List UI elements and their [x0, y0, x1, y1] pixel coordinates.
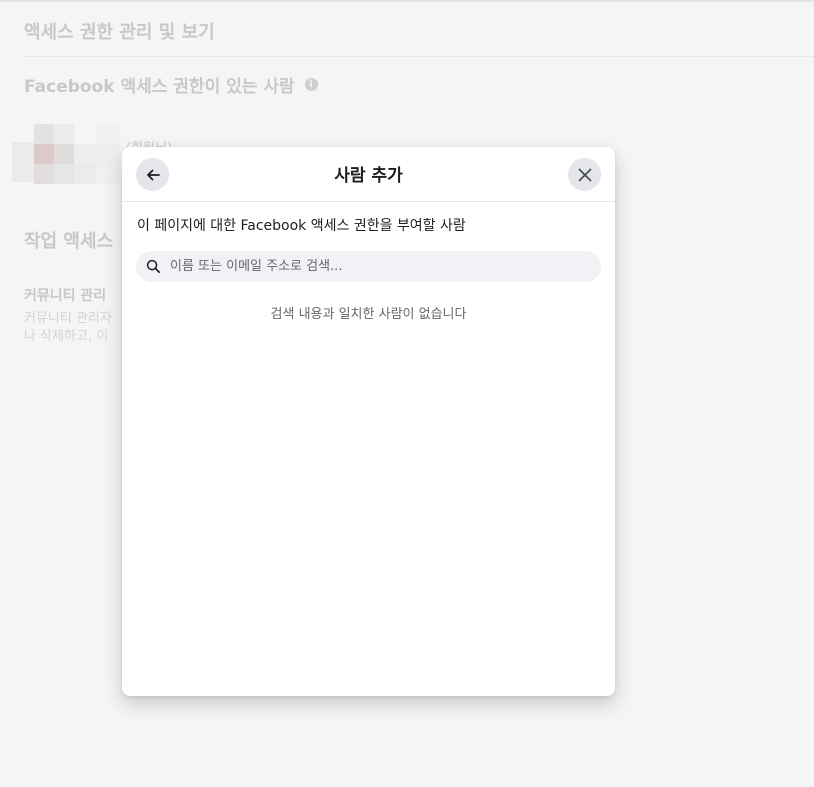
search-icon [146, 259, 162, 275]
avatar [12, 124, 132, 184]
info-icon[interactable]: i [304, 78, 318, 91]
section-title-text: Facebook 액세스 권한이 있는 사람 [24, 77, 295, 97]
empty-results-message: 검색 내용과 일치한 사람이 없습니다 [270, 307, 467, 322]
section-title-people: Facebook 액세스 권한이 있는 사람 i [24, 72, 318, 97]
community-manager-desc-line1: 커뮤니티 관리자 [24, 311, 112, 326]
dialog-title: 사람 추가 [334, 166, 403, 186]
task-access-title: 작업 액세스 [24, 231, 114, 252]
close-icon [578, 168, 591, 181]
search-bar[interactable] [136, 251, 601, 282]
close-button[interactable] [568, 158, 601, 191]
dialog-subtitle: 이 페이지에 대한 Facebook 액세스 권한을 부여할 사람 [137, 218, 466, 234]
community-manager-desc-line2: 나 삭제하고, 이 [24, 329, 109, 344]
page-title: 액세스 권한 관리 및 보기 [24, 22, 215, 43]
add-person-dialog: 사람 추가 이 페이지에 대한 Facebook 액세스 권한을 부여할 사람 … [122, 147, 615, 696]
divider [24, 56, 814, 57]
community-manager-title: 커뮤니티 관리 [24, 288, 107, 304]
dialog-header: 사람 추가 [122, 147, 615, 202]
search-input[interactable] [168, 258, 601, 275]
